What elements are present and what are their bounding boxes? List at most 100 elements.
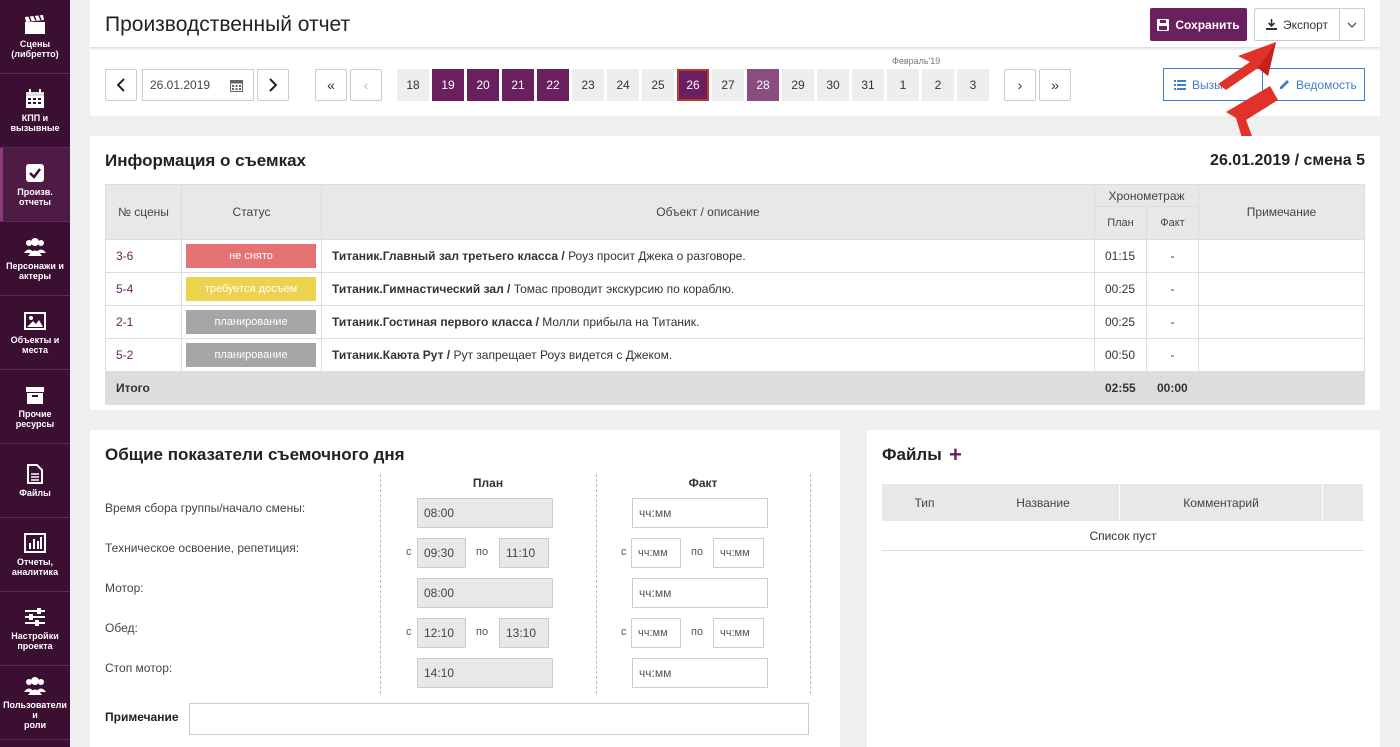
day-button[interactable]: 24	[607, 69, 639, 101]
day-button[interactable]: 31	[852, 69, 884, 101]
sidebar-item-settings[interactable]: Настройки проекта	[0, 592, 70, 666]
day-button[interactable]: 23	[572, 69, 604, 101]
from-label: с	[406, 626, 412, 638]
fact-lunch-from-field[interactable]: чч:мм	[631, 618, 681, 648]
sidebar-item-callsheets[interactable]: КПП и вызывные	[0, 74, 70, 148]
stop-motor-label: Стоп мотор:	[105, 661, 173, 675]
table-row[interactable]: 3-6 не снято Титаник.Главный зал третьего …	[105, 239, 1365, 273]
plan-tech-to-field[interactable]: 11:10	[499, 538, 549, 568]
download-icon	[1265, 19, 1277, 30]
status-badge: требуется досъем	[186, 277, 316, 301]
plan-gather-field[interactable]: 08:00	[417, 498, 553, 528]
sidebar-item-resources[interactable]: Прочие ресурсы	[0, 370, 70, 444]
add-file-button[interactable]: +	[949, 442, 962, 468]
plan-stop-field[interactable]: 14:10	[417, 658, 553, 688]
total-plan: 02:55	[1094, 371, 1147, 405]
files-table: Тип Название Комментарий Список пуст	[882, 484, 1364, 551]
files-title: Файлы	[882, 445, 942, 464]
day-button[interactable]: 25	[642, 69, 674, 101]
next-page-button[interactable]: ›	[1004, 69, 1036, 101]
first-page-button[interactable]: «	[315, 69, 347, 101]
scene-number[interactable]: 5-2	[105, 338, 182, 372]
col-fact: Факт	[1146, 206, 1199, 240]
fact-tech-from-field[interactable]: чч:мм	[631, 538, 681, 568]
table-row[interactable]: 5-4 требуется досъем Титаник.Гимнастически…	[105, 272, 1365, 306]
checkbox-icon	[23, 162, 47, 184]
day-button[interactable]: 19	[432, 69, 464, 101]
save-label: Сохранить	[1175, 17, 1240, 32]
table-row[interactable]: 5-2 планирование Титаник.Каюта Рут / Рут з…	[105, 338, 1365, 372]
prev-date-button[interactable]	[105, 69, 137, 101]
day-button[interactable]: 18	[397, 69, 429, 101]
sidebar-item-reports[interactable]: Произв. отчеты	[0, 148, 70, 222]
plan-lunch-to-field[interactable]: 13:10	[499, 618, 549, 648]
fact-lunch-to-field[interactable]: чч:мм	[713, 618, 764, 648]
files-panel	[867, 430, 1380, 747]
plan-time: 00:25	[1094, 272, 1147, 306]
sidebar-item-scenes[interactable]: Сцены (либретто)	[0, 0, 70, 74]
sidebar-item-analytics[interactable]: Отчеты, аналитика	[0, 518, 70, 592]
export-button[interactable]: Экспорт	[1254, 8, 1340, 41]
sidebar-item-users[interactable]: Пользователи и роли	[0, 666, 70, 740]
sidebar-item-locations[interactable]: Объекты и места	[0, 296, 70, 370]
plan-time: 01:15	[1094, 239, 1147, 273]
to-label: по	[691, 626, 704, 638]
fact-stop-field[interactable]: чч:мм	[632, 658, 768, 688]
shift-label: 26.01.2019 / смена 5	[1210, 152, 1365, 169]
sidebar-item-label: Настройки проекта	[11, 631, 59, 651]
date-input[interactable]: 26.01.2019	[142, 69, 254, 101]
next-date-button[interactable]	[257, 69, 289, 101]
row-note[interactable]	[1198, 239, 1365, 273]
sidebar-item-files[interactable]: Файлы	[0, 444, 70, 518]
plan-tech-from-field[interactable]: 09:30	[417, 538, 466, 568]
fact-tech-to-field[interactable]: чч:мм	[713, 538, 764, 568]
row-note[interactable]	[1198, 305, 1365, 339]
last-page-button[interactable]: »	[1039, 69, 1071, 101]
fact-gather-field[interactable]: чч:мм	[632, 498, 768, 528]
export-dropdown-button[interactable]	[1339, 8, 1365, 41]
day-button[interactable]: 20	[467, 69, 499, 101]
note-input[interactable]	[189, 703, 809, 735]
scene-description: Роуз просит Джека о разговоре.	[564, 249, 746, 263]
scene-number[interactable]: 3-6	[105, 239, 182, 273]
people-icon	[23, 236, 47, 258]
chevron-left-icon	[117, 78, 125, 92]
fact-motor-field[interactable]: чч:мм	[632, 578, 768, 608]
row-note[interactable]	[1198, 338, 1365, 372]
page-title: Производственный отчет	[105, 13, 351, 36]
status-badge: планирование	[186, 343, 316, 367]
save-button[interactable]: Сохранить	[1150, 8, 1247, 41]
col-plan: План	[1094, 206, 1147, 240]
plan-motor-field[interactable]: 08:00	[417, 578, 553, 608]
table-row[interactable]: 2-1 планирование Титаник.Гостиная первого …	[105, 305, 1365, 339]
sidebar-item-label: Сцены (либретто)	[11, 39, 59, 59]
fact-time: -	[1146, 305, 1199, 339]
object-name: Титаник.Гостиная первого класса /	[332, 315, 539, 329]
day-button[interactable]: 3	[957, 69, 989, 101]
prev-page-button[interactable]: ‹	[350, 69, 382, 101]
scene-number[interactable]: 2-1	[105, 305, 182, 339]
plan-time: 00:50	[1094, 338, 1147, 372]
day-button[interactable]: 26	[677, 69, 709, 101]
day-button[interactable]: 1	[887, 69, 919, 101]
day-button[interactable]: 21	[502, 69, 534, 101]
day-button[interactable]: 28	[747, 69, 779, 101]
files-empty: Список пуст	[882, 520, 1364, 551]
plan-lunch-from-field[interactable]: 12:10	[417, 618, 466, 648]
day-button[interactable]: 27	[712, 69, 744, 101]
row-note[interactable]	[1198, 272, 1365, 306]
calendar-icon[interactable]	[230, 79, 243, 92]
day-button[interactable]: 22	[537, 69, 569, 101]
day-button[interactable]: 29	[782, 69, 814, 101]
calendar-icon	[23, 88, 47, 110]
day-button[interactable]: 2	[922, 69, 954, 101]
col-chrono: Хронометраж	[1094, 184, 1199, 207]
col-note: Примечание	[1198, 184, 1365, 240]
col-type: Тип	[882, 484, 967, 521]
total-label: Итого	[105, 371, 1095, 405]
bar-chart-icon	[23, 532, 47, 554]
scene-number[interactable]: 5-4	[105, 272, 182, 306]
day-button[interactable]: 30	[817, 69, 849, 101]
plan-time: 00:25	[1094, 305, 1147, 339]
sidebar-item-characters[interactable]: Персонажи и актеры	[0, 222, 70, 296]
